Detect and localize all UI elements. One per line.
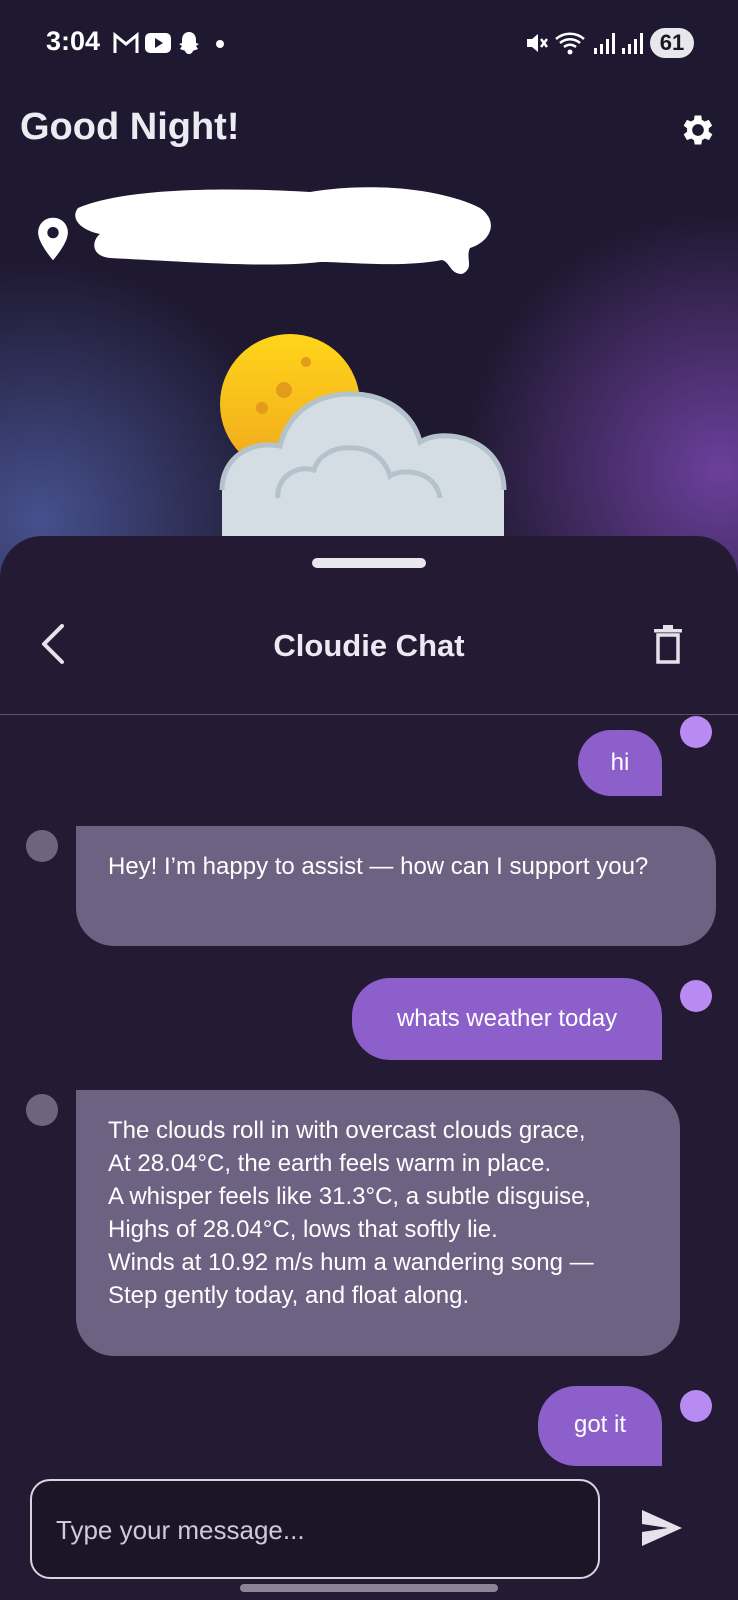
notification-dot-icon: [216, 40, 224, 48]
message-line: Step gently today, and float along.: [108, 1282, 470, 1309]
greeting-title: Good Night!: [20, 106, 240, 148]
message-line: The clouds roll in with overcast clouds …: [108, 1117, 586, 1144]
user-avatar-dot: [680, 716, 712, 748]
header-divider: [0, 714, 738, 715]
bot-message: Hey! I’m happy to assist — how can I sup…: [76, 826, 716, 946]
status-time: 3:04: [46, 26, 101, 56]
wifi-icon: [555, 32, 585, 55]
message-line: A whisper feels like 31.3°C, a subtle di…: [108, 1183, 592, 1210]
user-message: whats weather today: [352, 978, 662, 1060]
user-avatar-dot: [680, 980, 712, 1012]
redacted-location: [75, 187, 491, 274]
app-screen: 3:04 61 Good Night! Cloudie Chat hi Hey!…: [0, 0, 738, 1600]
bot-avatar-dot: [26, 1094, 58, 1126]
youtube-icon: [145, 33, 171, 53]
message-input[interactable]: [54, 1509, 578, 1551]
location-pin-icon: [38, 217, 68, 261]
message-line: At 28.04°C, the earth feels warm in plac…: [108, 1150, 552, 1177]
drag-handle[interactable]: [312, 558, 426, 568]
snapchat-icon: [179, 32, 199, 54]
send-icon[interactable]: [640, 1508, 684, 1548]
trash-icon[interactable]: [652, 624, 684, 664]
gear-icon[interactable]: [678, 110, 718, 150]
user-message: got it: [538, 1386, 662, 1466]
signal-icon: [622, 33, 643, 54]
chat-sheet: Cloudie Chat hi Hey! I’m happy to assist…: [0, 536, 738, 1600]
gmail-icon: [113, 31, 139, 53]
moon-cloud-icon: [219, 334, 507, 540]
chat-title: Cloudie Chat: [273, 628, 465, 663]
status-bar: 3:04 61: [0, 0, 738, 86]
user-avatar-dot: [680, 1390, 712, 1422]
battery-level: 61: [650, 28, 694, 58]
home-indicator[interactable]: [240, 1584, 498, 1592]
user-message: hi: [578, 730, 662, 796]
message-line: Winds at 10.92 m/s hum a wandering song …: [108, 1249, 594, 1276]
signal-icon: [594, 33, 615, 54]
bot-message: The clouds roll in with overcast clouds …: [76, 1090, 680, 1356]
bot-avatar-dot: [26, 830, 58, 862]
message-line: Highs of 28.04°C, lows that softly lie.: [108, 1216, 498, 1243]
mute-icon: [527, 34, 548, 52]
message-input-box[interactable]: [30, 1479, 600, 1579]
